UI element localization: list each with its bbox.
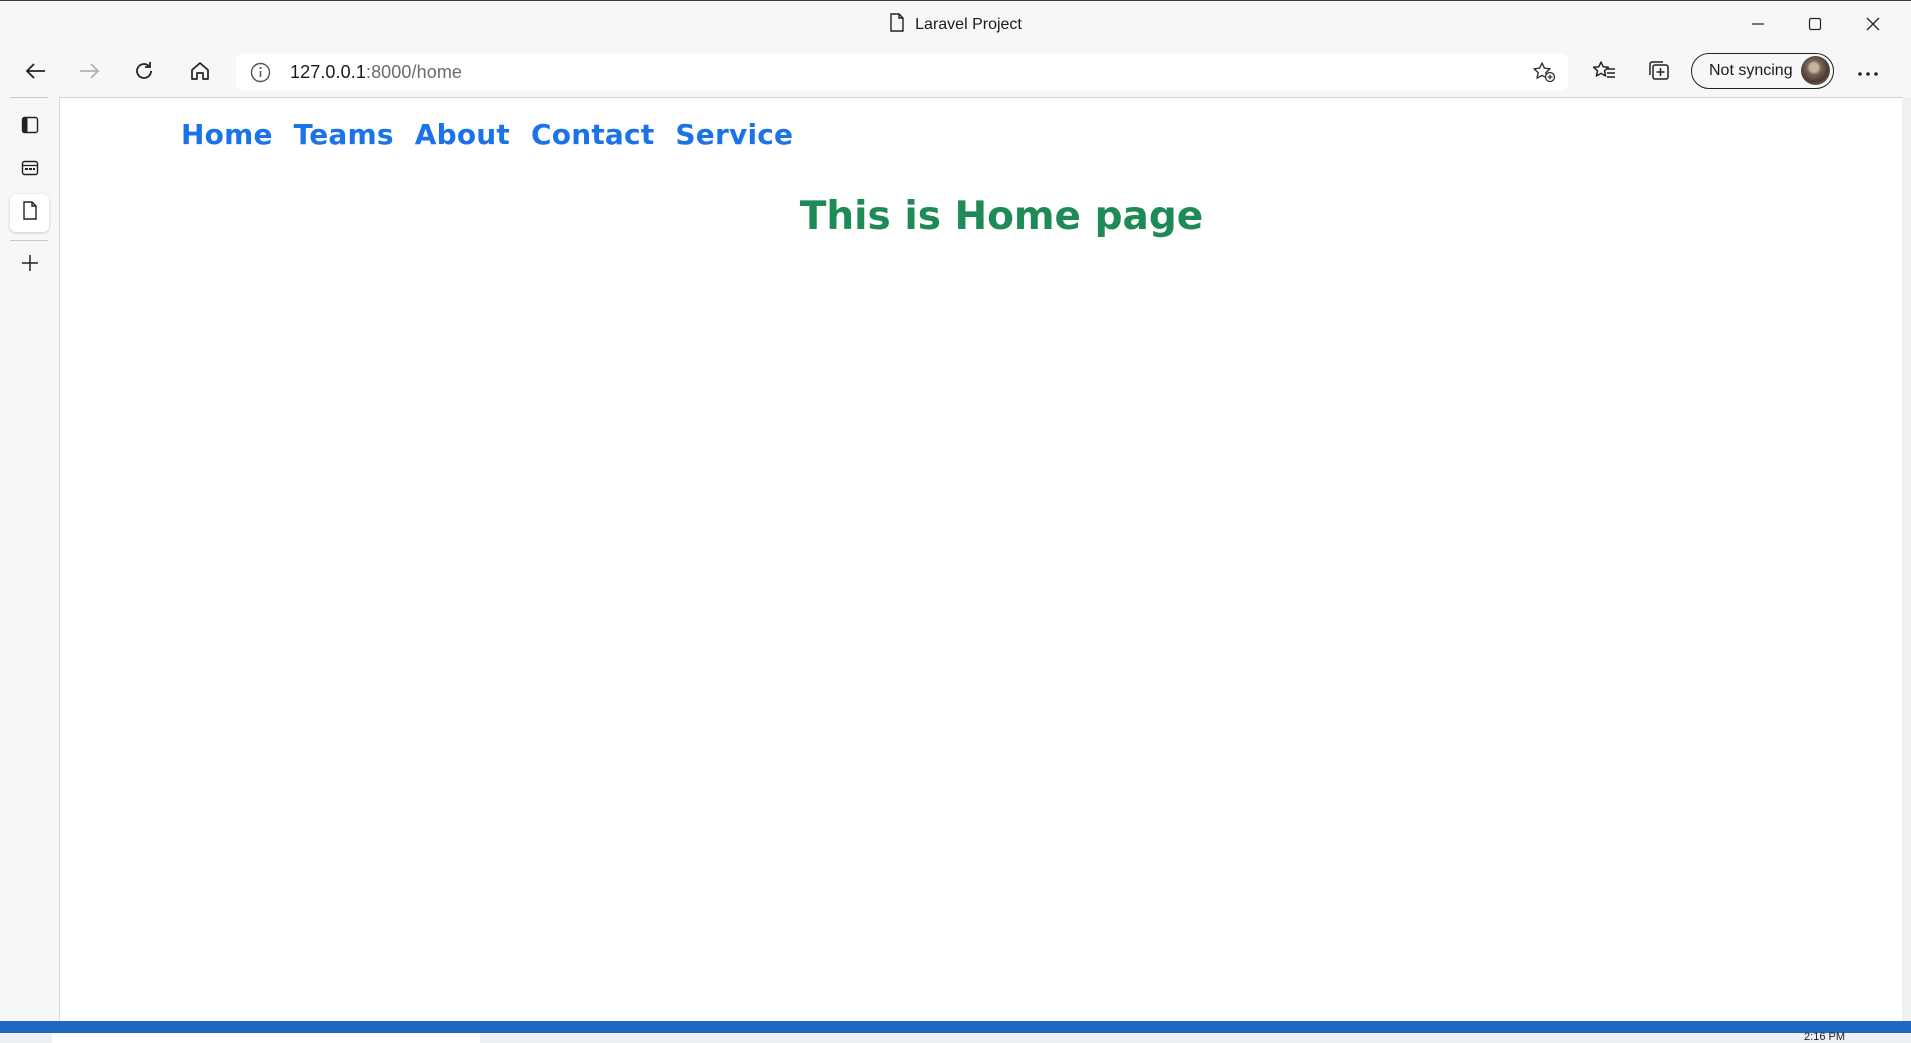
sidebar-divider — [10, 240, 48, 241]
tab-laravel-project[interactable] — [10, 194, 49, 232]
window-title: Laravel Project — [915, 16, 1022, 33]
maximize-icon — [1808, 17, 1822, 36]
vertical-tabs-sidebar — [0, 97, 60, 1021]
site-nav: Home Teams About Contact Service — [181, 118, 793, 151]
page-tab-icon — [22, 201, 38, 225]
page-heading: This is Home page — [799, 194, 1204, 239]
profile-sync-button[interactable]: Not syncing — [1691, 53, 1834, 89]
favorites-icon — [1592, 60, 1616, 87]
nav-link-home[interactable]: Home — [181, 118, 273, 151]
sidebar-divider — [10, 97, 48, 98]
tab-actions-button[interactable] — [10, 108, 49, 146]
collections-icon — [1647, 60, 1671, 87]
add-favorite-icon[interactable] — [1532, 61, 1556, 88]
document-icon — [889, 13, 905, 37]
maximize-button[interactable] — [1787, 5, 1843, 47]
url-host: 127.0.0.1 — [290, 62, 366, 82]
sync-status-label: Not syncing — [1709, 62, 1793, 79]
taskbar-search-box[interactable] — [52, 1033, 480, 1043]
browser-toolbar: 127.0.0.1:8000/home Not syncing — [0, 49, 1911, 97]
close-icon — [1866, 17, 1880, 36]
new-tab-button[interactable] — [10, 246, 49, 284]
url-text[interactable]: 127.0.0.1:8000/home — [290, 62, 462, 83]
minimize-button[interactable] — [1730, 5, 1786, 47]
close-button[interactable] — [1845, 5, 1901, 47]
nav-link-service[interactable]: Service — [675, 118, 793, 151]
window-title-group: Laravel Project — [0, 13, 1911, 37]
home-button[interactable] — [180, 55, 220, 91]
nav-link-contact[interactable]: Contact — [531, 118, 654, 151]
forward-button[interactable] — [70, 55, 110, 91]
address-bar[interactable]: 127.0.0.1:8000/home — [236, 54, 1568, 90]
tab-actions-icon — [21, 116, 39, 139]
back-icon — [24, 61, 46, 86]
taskbar-clock: 2:16 PM — [1804, 1031, 1845, 1043]
windows-taskbar: 2:16 PM — [0, 1031, 1911, 1043]
back-button[interactable] — [15, 55, 55, 91]
info-icon[interactable] — [250, 62, 271, 88]
refresh-icon — [133, 60, 155, 87]
forward-icon — [79, 61, 101, 86]
window-right-edge — [1902, 97, 1911, 1021]
new-tab-plus-icon — [20, 253, 40, 278]
web-page-content: Home Teams About Contact Service This is… — [60, 97, 1902, 1022]
url-path: :8000/home — [365, 62, 463, 82]
title-bar: Laravel Project — [0, 0, 1911, 50]
home-icon — [189, 60, 211, 87]
avatar — [1801, 56, 1830, 85]
workspaces-icon — [21, 159, 39, 182]
refresh-button[interactable] — [124, 55, 164, 91]
favorites-button[interactable] — [1584, 55, 1624, 91]
settings-more-button[interactable] — [1848, 55, 1888, 91]
nav-link-about[interactable]: About — [415, 118, 510, 151]
more-icon — [1857, 64, 1879, 82]
collections-button[interactable] — [1639, 55, 1679, 91]
nav-link-teams[interactable]: Teams — [294, 118, 394, 151]
editor-status-bar — [0, 1021, 1911, 1033]
minimize-icon — [1751, 17, 1765, 36]
workspaces-button[interactable] — [10, 151, 49, 189]
